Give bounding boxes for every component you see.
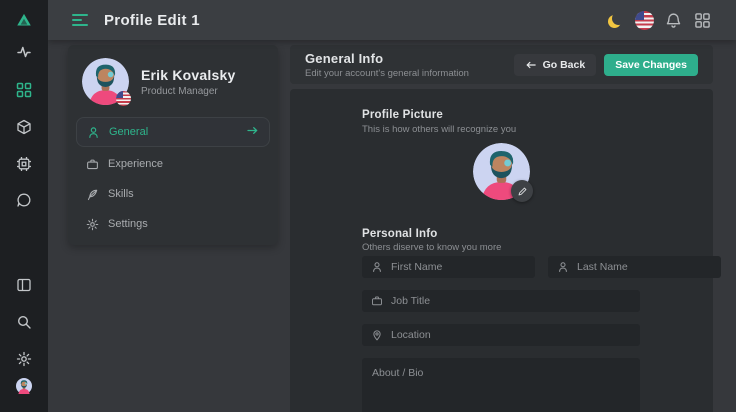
feather-icon bbox=[86, 188, 99, 201]
arrow-left-icon bbox=[525, 59, 537, 71]
app-logo-icon[interactable] bbox=[11, 7, 37, 33]
menu-item-general[interactable]: General bbox=[76, 117, 270, 147]
first-name-input[interactable] bbox=[391, 261, 526, 273]
page-title: Profile Edit 1 bbox=[104, 12, 200, 29]
pencil-icon bbox=[517, 186, 528, 197]
arrow-right-icon bbox=[246, 124, 259, 140]
general-info-body: Profile Picture This is how others will … bbox=[290, 89, 713, 412]
gear-icon bbox=[86, 218, 99, 231]
last-name-input[interactable] bbox=[577, 261, 712, 273]
menu-item-label: Settings bbox=[108, 218, 148, 230]
person-icon bbox=[87, 126, 100, 139]
menu-item-label: Skills bbox=[108, 188, 134, 200]
language-flag-icon[interactable] bbox=[634, 10, 654, 30]
first-name-field[interactable] bbox=[362, 256, 535, 278]
apps-grid-icon[interactable] bbox=[692, 10, 712, 30]
menu-item-label: General bbox=[109, 126, 148, 138]
sidebar-user-avatar[interactable] bbox=[8, 370, 40, 402]
save-changes-button[interactable]: Save Changes bbox=[604, 54, 698, 76]
edit-avatar-button[interactable] bbox=[511, 180, 533, 202]
profile-picture bbox=[473, 143, 530, 200]
general-info-header: General Info Edit your account's general… bbox=[290, 45, 713, 84]
dashboard-grid-icon[interactable] bbox=[14, 80, 34, 100]
job-title-input[interactable] bbox=[391, 295, 631, 307]
notifications-bell-icon[interactable] bbox=[663, 10, 683, 30]
profile-menu: General Experience Skills Settings bbox=[68, 115, 278, 241]
location-field[interactable] bbox=[362, 324, 640, 346]
person-icon bbox=[371, 261, 383, 273]
layout-icon[interactable] bbox=[14, 275, 34, 295]
profile-picture-title: Profile Picture bbox=[362, 109, 443, 121]
briefcase-icon bbox=[86, 158, 99, 171]
sidebar bbox=[0, 0, 48, 412]
nationality-flag-badge bbox=[116, 91, 131, 106]
person-icon bbox=[557, 261, 569, 273]
profile-sidebar-panel: Erik Kovalsky Product Manager General Ex… bbox=[68, 45, 278, 245]
briefcase-icon bbox=[371, 295, 383, 307]
cpu-icon[interactable] bbox=[14, 154, 34, 174]
activity-icon[interactable] bbox=[14, 42, 34, 62]
location-input[interactable] bbox=[391, 329, 631, 341]
map-pin-icon bbox=[371, 329, 383, 341]
menu-toggle-icon[interactable] bbox=[72, 14, 90, 26]
about-bio-textarea[interactable] bbox=[362, 358, 640, 412]
menu-item-label: Experience bbox=[108, 158, 163, 170]
topbar: Profile Edit 1 bbox=[48, 0, 736, 40]
section-header-subtitle: Edit your account's general information bbox=[305, 68, 469, 79]
personal-info-subtitle: Others diserve to know you more bbox=[362, 242, 501, 253]
package-box-icon[interactable] bbox=[14, 117, 34, 137]
profile-picture-subtitle: This is how others will recognize you bbox=[362, 124, 516, 135]
dark-mode-moon-icon[interactable] bbox=[605, 10, 625, 30]
personal-info-title: Personal Info bbox=[362, 228, 437, 240]
chat-icon[interactable] bbox=[14, 190, 34, 210]
go-back-button[interactable]: Go Back bbox=[514, 54, 597, 76]
user-name: Erik Kovalsky bbox=[141, 67, 235, 83]
user-role: Product Manager bbox=[141, 86, 235, 97]
menu-item-skills[interactable]: Skills bbox=[76, 179, 270, 209]
last-name-field[interactable] bbox=[548, 256, 721, 278]
menu-item-experience[interactable]: Experience bbox=[76, 149, 270, 179]
search-icon[interactable] bbox=[14, 312, 34, 332]
job-title-field[interactable] bbox=[362, 290, 640, 312]
profile-card: Erik Kovalsky Product Manager bbox=[68, 45, 278, 115]
section-header-title: General Info bbox=[305, 51, 469, 66]
menu-item-settings[interactable]: Settings bbox=[76, 209, 270, 239]
personal-info-form bbox=[362, 256, 640, 412]
settings-gear-icon[interactable] bbox=[14, 349, 34, 369]
